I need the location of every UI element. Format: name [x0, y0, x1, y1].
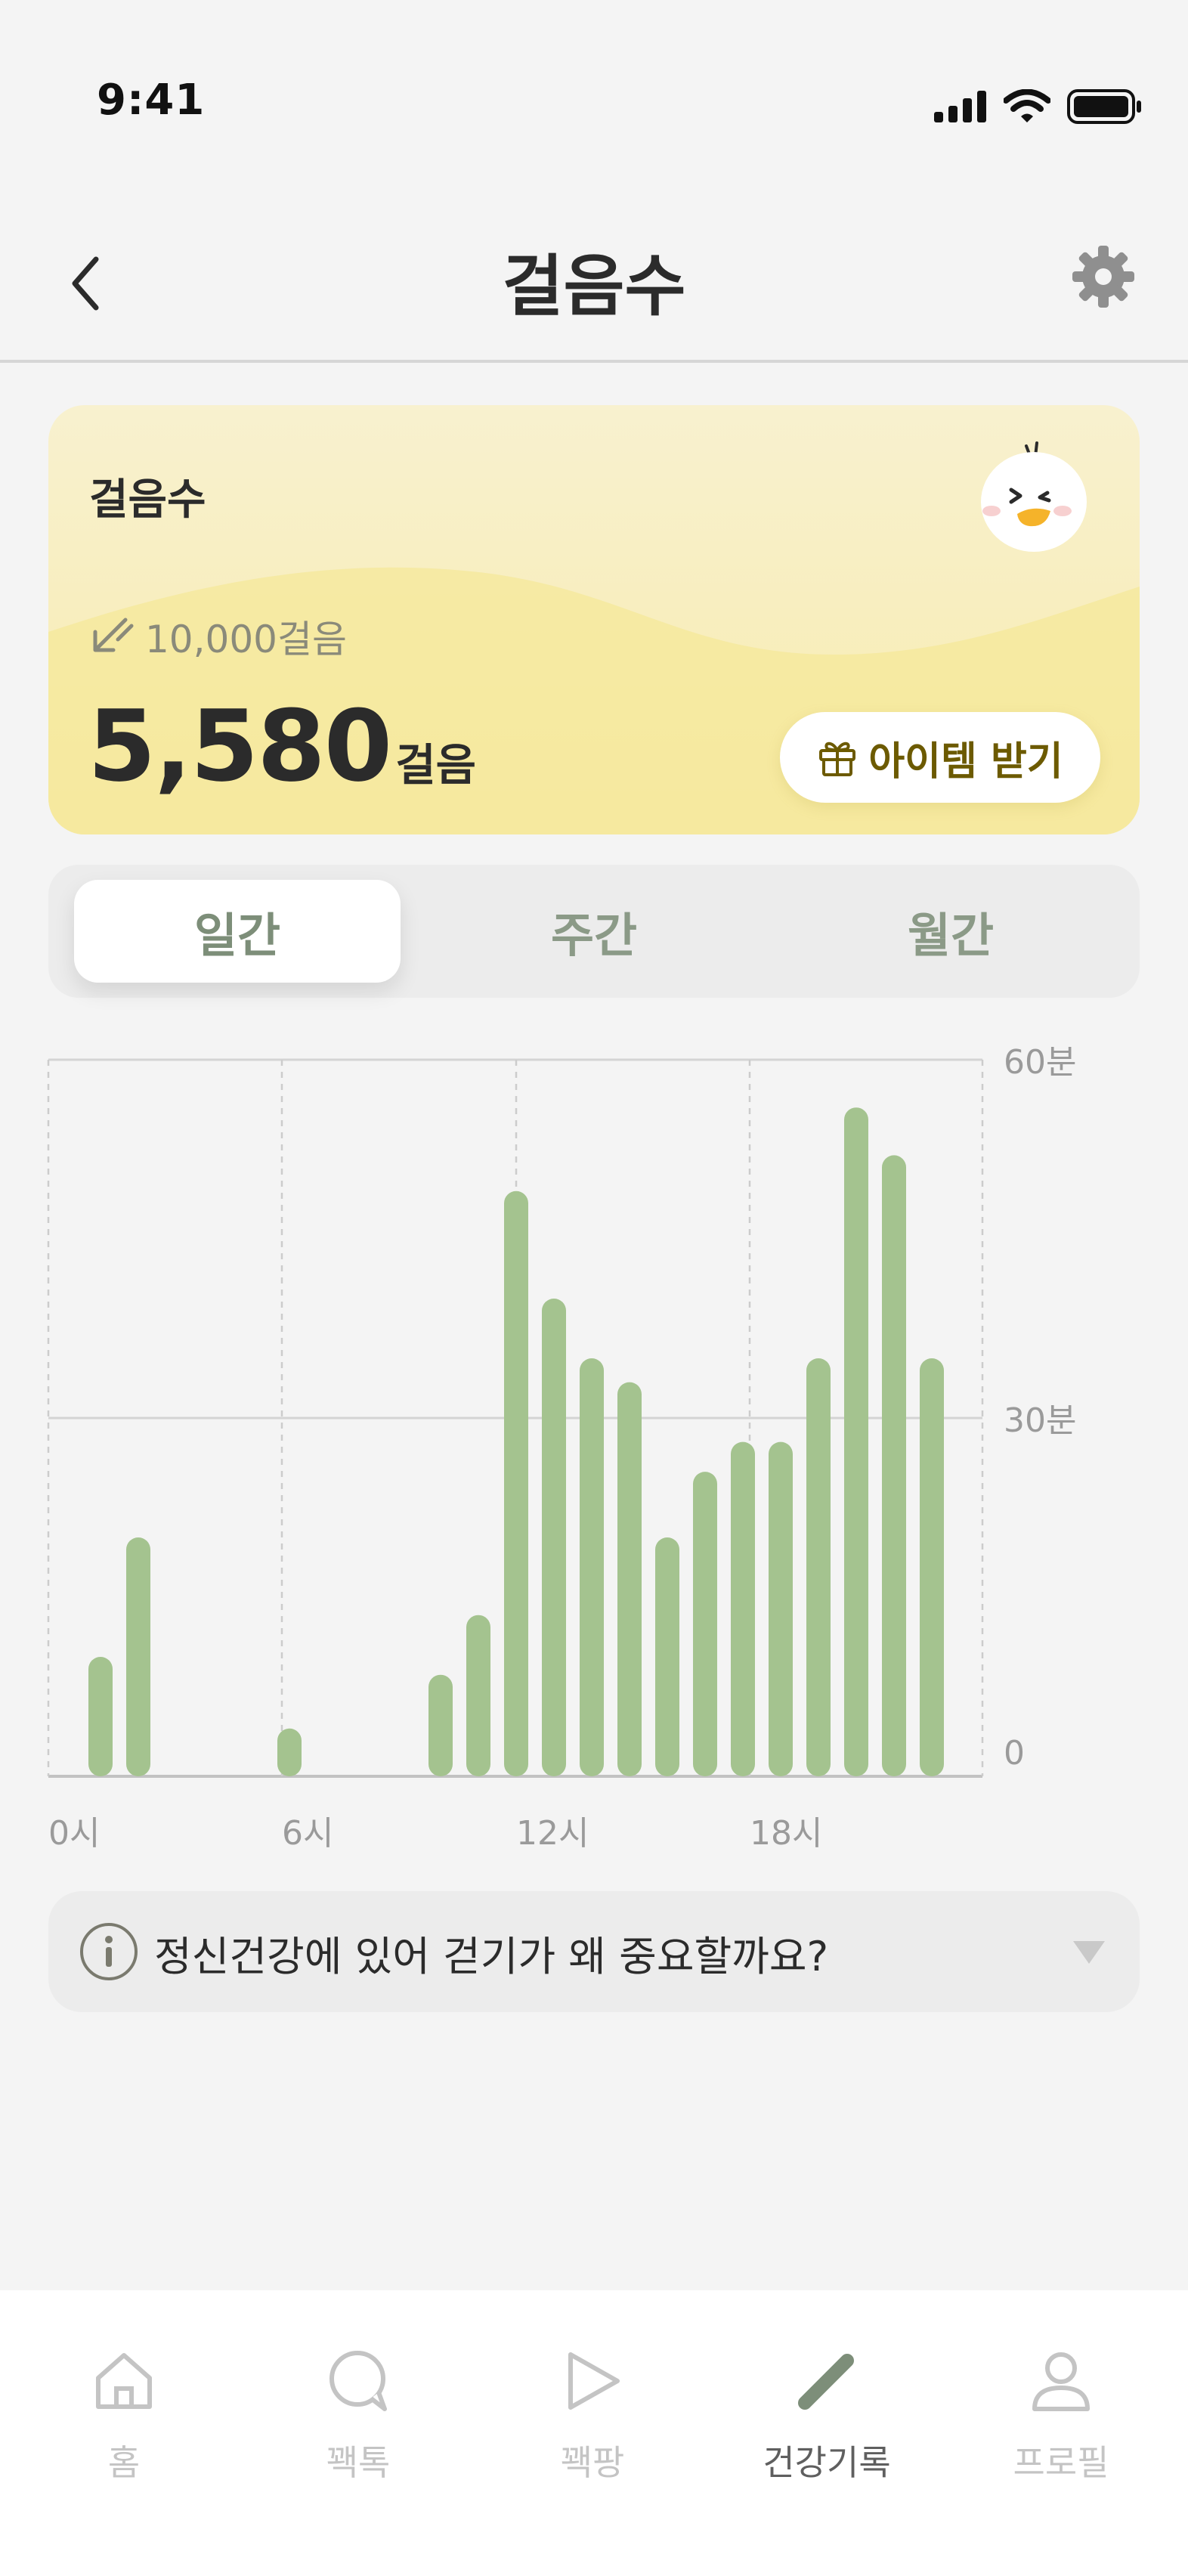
x-tick-label: 12시 [516, 1814, 589, 1853]
chat-bubble-icon [329, 2351, 387, 2411]
tab-daily[interactable]: 일간 [74, 880, 401, 983]
x-tick-label: 6시 [282, 1814, 333, 1853]
chart-bar [693, 1472, 717, 1776]
nav-item-home[interactable]: 홈 [26, 2343, 222, 2509]
chart-bar [466, 1615, 490, 1776]
status-bar: 9:41 [0, 0, 1188, 212]
get-item-label: 아이템 받기 [868, 738, 1063, 785]
x-tick-label: 0시 [48, 1814, 100, 1853]
step-value-row: 5,580 걸음 [88, 689, 476, 803]
nav-label-profile: 프로필 [1013, 2442, 1109, 2483]
duck-mascot-icon [981, 441, 1087, 552]
status-time: 9:41 [97, 76, 206, 125]
header: 걸음수 [0, 212, 1188, 363]
y-tick-label: 60분 [1004, 1043, 1076, 1082]
cellular-signal-icon [934, 91, 986, 122]
nav-item-play[interactable]: 꽥팡 [494, 2343, 691, 2509]
steps-screen: 9:41 걸음수 걸음수 10,000걸음 5,580 걸음 아이템 받기 일간… [0, 0, 1188, 2576]
goal-row: 10,000걸음 [88, 609, 347, 664]
step-summary-card: 걸음수 10,000걸음 5,580 걸음 아이템 받기 [48, 405, 1140, 834]
step-count-unit: 걸음 [395, 739, 476, 791]
info-icon [80, 1923, 138, 1980]
bottom-navigation: 홈 꽥톡 꽥팡 건강기록 프로필 [0, 2290, 1188, 2576]
y-tick-label: 30분 [1004, 1401, 1076, 1440]
gift-icon [819, 742, 856, 776]
gear-icon [1072, 246, 1134, 308]
chart-bars [88, 1107, 944, 1776]
goal-steps: 10,000걸음 [145, 618, 347, 661]
status-icons [934, 89, 1143, 124]
period-tabs: 일간 주간 월간 [48, 865, 1140, 998]
chart-bar [617, 1382, 642, 1776]
chart-bar [655, 1537, 679, 1776]
nav-item-health-record[interactable]: 건강기록 [729, 2343, 925, 2509]
tab-weekly[interactable]: 주간 [431, 880, 757, 983]
chart-bar [88, 1657, 113, 1776]
chart-bar [504, 1190, 528, 1776]
chart-bar [882, 1155, 906, 1776]
chart-bar [126, 1537, 150, 1776]
get-item-button[interactable]: 아이템 받기 [780, 712, 1100, 803]
chart-bar [844, 1107, 868, 1776]
chart-bar [769, 1441, 793, 1776]
settings-button[interactable] [1066, 239, 1141, 314]
page-title: 걸음수 [502, 247, 686, 325]
battery-icon [1067, 89, 1141, 124]
chart-bar [920, 1358, 944, 1776]
nav-label-health-record: 건강기록 [763, 2442, 891, 2483]
nav-label-chat: 꽥톡 [326, 2442, 391, 2483]
nav-label-play: 꽥팡 [560, 2442, 625, 2483]
home-icon [96, 2353, 152, 2409]
nav-item-chat[interactable]: 꽥톡 [260, 2343, 456, 2509]
caret-down-icon [1073, 1941, 1105, 1964]
info-text: 정신건강에 있어 걷기가 왜 중요할까요? [154, 1933, 829, 1980]
x-tick-label: 18시 [750, 1814, 822, 1853]
wifi-icon [1004, 89, 1050, 122]
tab-monthly[interactable]: 월간 [787, 880, 1114, 983]
chart-bar [580, 1358, 604, 1776]
nav-label-home: 홈 [107, 2442, 141, 2483]
info-accordion[interactable]: 정신건강에 있어 걷기가 왜 중요할까요? [48, 1891, 1140, 2012]
arrow-down-left-icon [93, 618, 134, 652]
hourly-steps-chart: 60분 30분 0 0시 6시 12시 18시 [47, 1043, 1076, 1853]
person-icon [1032, 2352, 1090, 2411]
step-count-value: 5,580 [88, 689, 392, 803]
play-icon [568, 2352, 620, 2410]
card-title: 걸음수 [89, 475, 206, 525]
y-tick-label: 0 [1004, 1734, 1025, 1773]
chart-bar [731, 1441, 755, 1776]
chart-bar [428, 1674, 453, 1776]
pencil-icon [798, 2354, 854, 2410]
chart-bar [806, 1358, 831, 1776]
nav-item-profile[interactable]: 프로필 [963, 2343, 1159, 2509]
chart-bar [542, 1299, 566, 1776]
chart-bar [277, 1728, 302, 1776]
